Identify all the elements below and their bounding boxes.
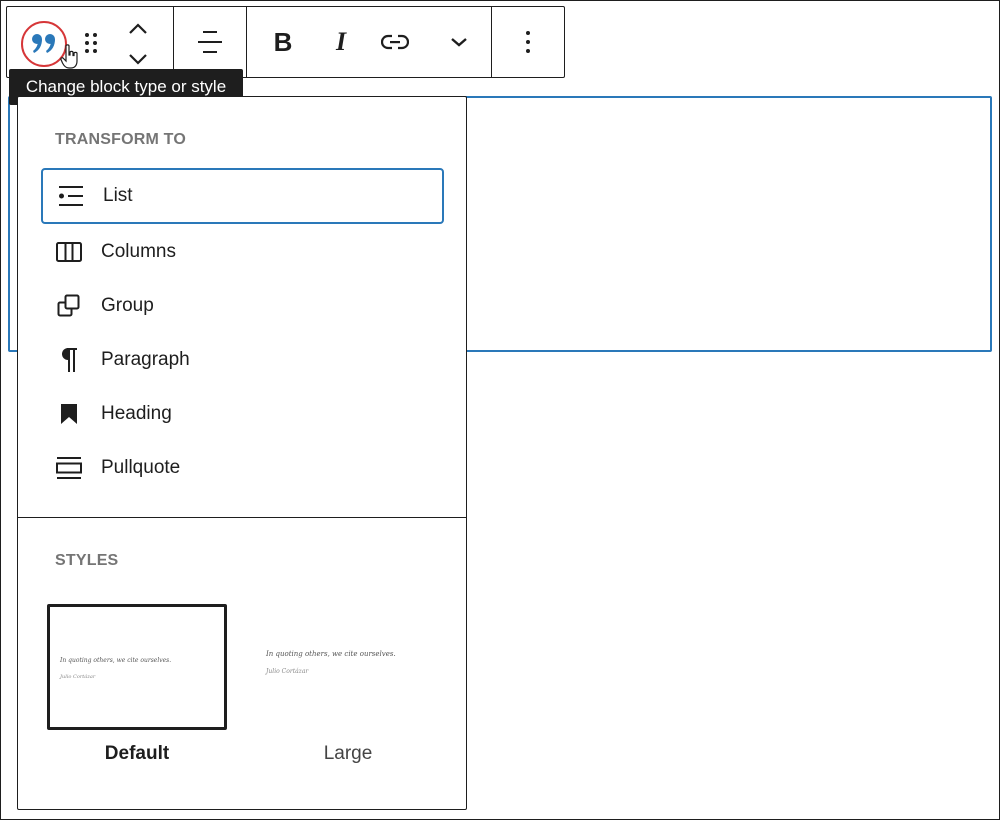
preview-quote-text: In quoting others, we cite ourselves. — [266, 650, 396, 658]
style-option-label: Large — [323, 743, 373, 764]
transform-to-heading: TRANSFORM TO — [55, 131, 186, 148]
group-icon — [55, 292, 83, 320]
style-preview: In quoting others, we cite ourselves. Ju… — [47, 604, 227, 730]
more-vertical-icon — [526, 31, 530, 53]
transform-item-paragraph[interactable]: Paragraph — [41, 332, 444, 388]
chevron-up-icon — [129, 23, 147, 34]
hand-cursor-icon — [60, 44, 78, 69]
align-center-icon — [198, 31, 222, 53]
quote-icon — [32, 34, 55, 53]
preview-citation: Julio Cortázar — [60, 674, 96, 680]
styles-heading: STYLES — [55, 552, 119, 569]
preview-citation: Julio Cortázar — [266, 668, 309, 675]
paragraph-icon — [55, 346, 83, 374]
transform-item-group[interactable]: Group — [41, 278, 444, 334]
transform-item-pullquote[interactable]: Pullquote — [41, 440, 444, 496]
transform-item-label: List — [103, 185, 133, 206]
alignment-group — [174, 7, 247, 77]
block-switcher-popover: TRANSFORM TO List Columns Group Paragrap… — [17, 96, 467, 810]
transform-item-label: Paragraph — [101, 349, 190, 370]
block-mover — [123, 17, 153, 71]
options-group — [492, 7, 564, 77]
transform-item-list[interactable]: List — [41, 168, 444, 224]
columns-icon — [55, 238, 83, 266]
italic-button[interactable]: I — [317, 18, 365, 66]
link-icon — [381, 34, 409, 50]
style-option-large[interactable]: In quoting others, we cite ourselves. Ju… — [258, 604, 438, 765]
section-divider — [18, 517, 466, 518]
preview-quote-text: In quoting others, we cite ourselves. — [60, 657, 172, 664]
block-controls-group — [7, 7, 174, 77]
transform-item-heading[interactable]: Heading — [41, 386, 444, 442]
transform-item-label: Heading — [101, 403, 172, 424]
list-icon — [57, 182, 85, 210]
formatting-group: B I — [247, 7, 492, 77]
drag-handle-icon — [85, 33, 97, 53]
chevron-down-icon — [451, 38, 467, 47]
move-up-button[interactable] — [123, 17, 153, 41]
transform-item-label: Group — [101, 295, 154, 316]
align-button[interactable] — [186, 18, 234, 66]
style-preview: In quoting others, we cite ourselves. Ju… — [258, 604, 438, 730]
style-option-label: Default — [104, 743, 170, 764]
transform-item-columns[interactable]: Columns — [41, 224, 444, 280]
options-button[interactable] — [504, 18, 552, 66]
style-option-default[interactable]: In quoting others, we cite ourselves. Ju… — [47, 604, 227, 765]
transform-item-label: Columns — [101, 241, 176, 262]
link-button[interactable] — [371, 18, 419, 66]
block-toolbar: B I — [6, 6, 565, 78]
italic-icon: I — [335, 27, 347, 56]
transform-item-label: Pullquote — [101, 457, 181, 478]
heading-icon — [55, 400, 83, 428]
move-down-button[interactable] — [123, 47, 153, 71]
chevron-down-icon — [129, 54, 147, 65]
drag-handle-button[interactable] — [79, 27, 103, 59]
bold-button[interactable]: B — [259, 18, 307, 66]
bold-icon: B — [273, 26, 293, 57]
more-formatting-button[interactable] — [435, 18, 483, 66]
pullquote-icon — [55, 454, 83, 482]
